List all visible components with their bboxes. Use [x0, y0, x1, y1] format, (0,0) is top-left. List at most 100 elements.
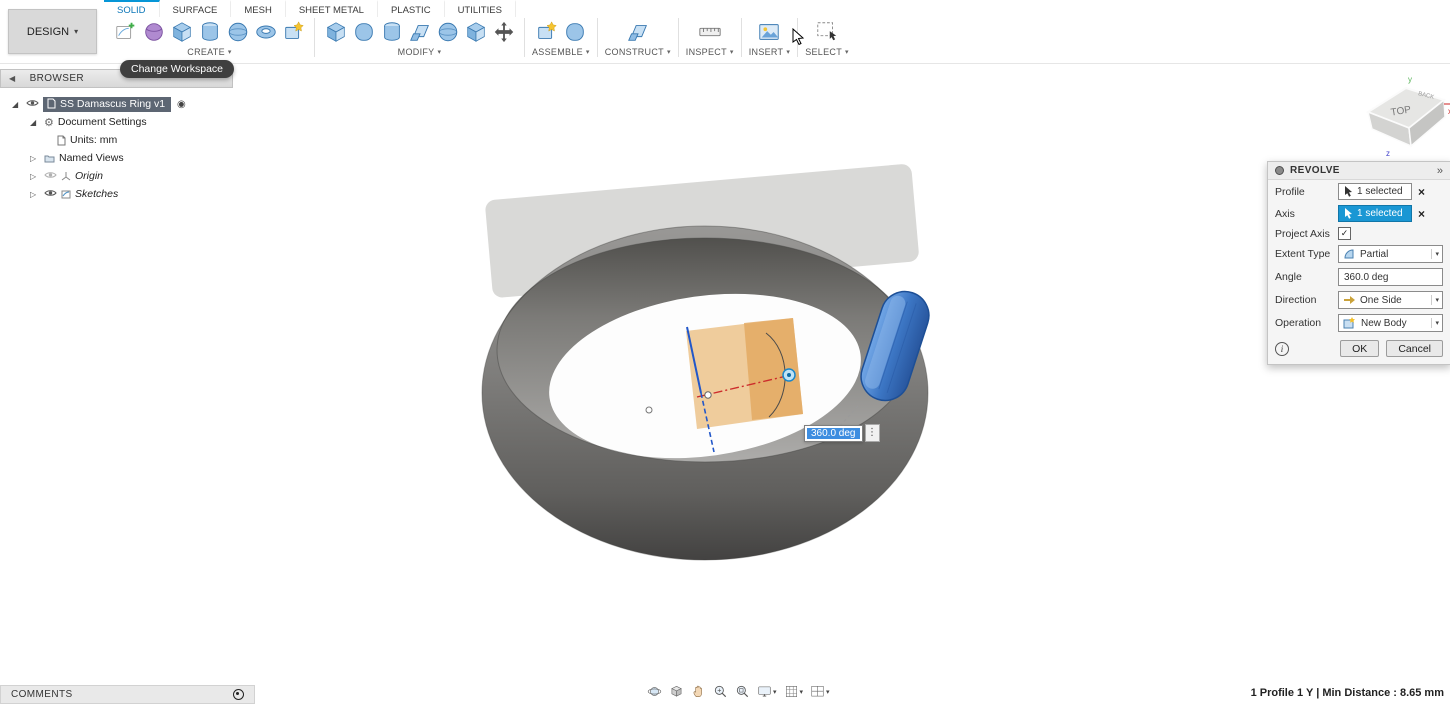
- create-box-icon[interactable]: [168, 18, 195, 46]
- new-component-icon[interactable]: [533, 18, 560, 46]
- visibility-eye-icon[interactable]: [44, 188, 57, 200]
- sketch-profile-region[interactable]: [744, 318, 803, 420]
- tab-surface[interactable]: SURFACE: [160, 0, 232, 17]
- construction-plane-icon[interactable]: [624, 18, 651, 46]
- browser-title: BROWSER: [29, 73, 85, 84]
- toolbar-menu-select[interactable]: SELECT ▾: [805, 47, 849, 57]
- joint-icon[interactable]: [561, 18, 588, 46]
- direction-select[interactable]: One Side ▾: [1338, 291, 1443, 309]
- tab-mesh[interactable]: MESH: [231, 0, 286, 17]
- more-options-icon[interactable]: ⋮: [864, 424, 880, 442]
- revolve-dialog-header[interactable]: REVOLVE »: [1268, 162, 1450, 180]
- profile-row: Profile 1 selected ×: [1268, 180, 1450, 202]
- tree-row-sketches[interactable]: ▷ Sketches: [0, 185, 233, 203]
- create-pattern-icon[interactable]: [280, 18, 307, 46]
- create-torus-icon[interactable]: [252, 18, 279, 46]
- move-copy-icon[interactable]: [490, 18, 517, 46]
- look-at-icon[interactable]: [667, 683, 686, 700]
- toolbar-menu-insert[interactable]: INSERT ▾: [749, 47, 790, 57]
- display-settings-icon[interactable]: ▾: [755, 683, 779, 700]
- create-sphere-icon[interactable]: [224, 18, 251, 46]
- combine-icon[interactable]: [462, 18, 489, 46]
- axis-selection-field[interactable]: 1 selected: [1338, 205, 1412, 222]
- comments-bar[interactable]: COMMENTS: [0, 685, 255, 704]
- expand-triangle-icon[interactable]: ◢: [12, 100, 22, 109]
- extent-type-select[interactable]: Partial ▾: [1338, 245, 1443, 263]
- tree-row-named-views[interactable]: ▷ Named Views: [0, 149, 233, 167]
- toolbar-menu-assemble[interactable]: ASSEMBLE ▾: [532, 47, 590, 57]
- toolbar-menu-construct[interactable]: CONSTRUCT ▾: [605, 47, 671, 57]
- create-form-icon[interactable]: [140, 18, 167, 46]
- expand-triangle-icon[interactable]: ▷: [30, 190, 40, 199]
- expand-triangle-icon[interactable]: ▷: [30, 172, 40, 181]
- tab-sheet-metal[interactable]: SHEET METAL: [286, 0, 378, 17]
- cancel-button[interactable]: Cancel: [1386, 340, 1443, 357]
- axis-row: Axis 1 selected ×: [1268, 202, 1450, 224]
- activate-component-icon[interactable]: ◉: [177, 99, 186, 110]
- root-component[interactable]: SS Damascus Ring v1: [43, 96, 172, 112]
- sketch-origin-point[interactable]: [704, 391, 712, 399]
- viewports-icon[interactable]: ▾: [808, 683, 832, 700]
- chevron-down-icon: ▾: [666, 49, 671, 56]
- tree-row-document-settings[interactable]: ◢ ⚙ Document Settings: [0, 113, 233, 131]
- press-pull-icon[interactable]: [322, 18, 349, 46]
- direction-label: Direction: [1275, 294, 1317, 306]
- direction-value: One Side: [1360, 294, 1402, 306]
- info-icon[interactable]: i: [1275, 341, 1289, 356]
- profile-selection-field[interactable]: 1 selected: [1338, 183, 1412, 200]
- visibility-eye-icon[interactable]: [44, 170, 57, 182]
- tree-row-units[interactable]: Units: mm: [0, 131, 233, 149]
- select-window-icon[interactable]: [814, 18, 841, 46]
- comments-toggle-icon[interactable]: [233, 689, 244, 700]
- draft-icon[interactable]: [406, 18, 433, 46]
- folder-icon: [44, 155, 55, 162]
- create-cylinder-icon[interactable]: [196, 18, 223, 46]
- project-axis-checkbox[interactable]: ✓: [1338, 227, 1351, 240]
- zoom-icon[interactable]: [711, 683, 730, 700]
- revolve-dialog: REVOLVE » Profile 1 selected × Axis 1 se…: [1267, 161, 1450, 365]
- tab-plastic[interactable]: PLASTIC: [378, 0, 445, 17]
- tree-row-origin[interactable]: ▷ Origin: [0, 167, 233, 185]
- tab-utilities[interactable]: UTILITIES: [445, 0, 516, 17]
- ok-button[interactable]: OK: [1340, 340, 1380, 357]
- root-component-label: SS Damascus Ring v1: [60, 97, 166, 110]
- toolbar-menu-inspect[interactable]: INSPECT ▾: [686, 47, 734, 57]
- sketch-point[interactable]: [645, 406, 653, 414]
- expand-triangle-icon[interactable]: ◢: [30, 118, 40, 127]
- toolbar-menu-modify[interactable]: MODIFY ▾: [398, 47, 442, 57]
- expand-dialog-icon[interactable]: »: [1437, 165, 1443, 177]
- pan-icon[interactable]: [689, 683, 708, 700]
- direction-row: Direction One Side ▾: [1268, 288, 1450, 311]
- insert-canvas-icon[interactable]: [756, 18, 783, 46]
- toolbar-menu-create[interactable]: CREATE ▾: [187, 47, 231, 57]
- viewport-angle-input[interactable]: 360.0 deg: [804, 424, 863, 442]
- grid-display-icon[interactable]: ▾: [782, 683, 806, 700]
- tooltip-change-workspace: Change Workspace: [120, 60, 235, 78]
- fillet-icon[interactable]: [350, 18, 377, 46]
- clear-profile-selection-icon[interactable]: ×: [1418, 186, 1425, 198]
- application-toolbar: DESIGN ▾ SOLID SURFACE MESH SHEET METAL …: [0, 0, 1450, 64]
- workspace-selector-button[interactable]: DESIGN ▾: [8, 9, 97, 54]
- toolbar-group-inspect: INSPECT ▾: [679, 18, 742, 57]
- chevron-down-icon: ▾: [786, 49, 791, 56]
- measure-icon[interactable]: [696, 18, 723, 46]
- angle-input[interactable]: 360.0 deg: [1338, 268, 1443, 286]
- visibility-eye-icon[interactable]: [26, 98, 39, 110]
- tree-row-root[interactable]: ◢ SS Damascus Ring v1 ◉: [0, 95, 233, 113]
- view-cube[interactable]: TOP BACK x y z: [1356, 72, 1450, 164]
- operation-select[interactable]: New Body ▾: [1338, 314, 1443, 332]
- clear-axis-selection-icon[interactable]: ×: [1418, 208, 1425, 220]
- fit-icon[interactable]: [733, 683, 752, 700]
- profile-label: Profile: [1275, 185, 1305, 198]
- expand-triangle-icon[interactable]: ▷: [30, 154, 40, 163]
- dialog-title: REVOLVE: [1290, 165, 1340, 176]
- shell-icon[interactable]: [378, 18, 405, 46]
- scale-icon[interactable]: [434, 18, 461, 46]
- angle-row: Angle 360.0 deg: [1268, 265, 1450, 288]
- tree-item-label: Sketches: [75, 188, 119, 200]
- collapse-panel-icon[interactable]: ◀: [9, 74, 16, 83]
- tab-solid[interactable]: SOLID: [104, 0, 160, 17]
- chevron-down-icon: ▾: [1431, 249, 1442, 259]
- orbit-icon[interactable]: [645, 683, 664, 700]
- create-sketch-icon[interactable]: [112, 18, 139, 46]
